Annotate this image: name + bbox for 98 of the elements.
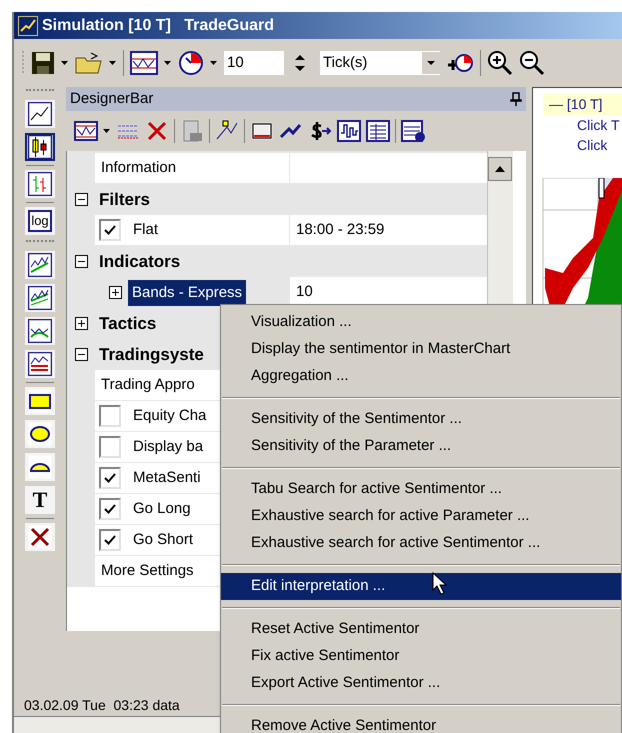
unit-dropdown[interactable]: Tick(s) (320, 51, 440, 75)
menu-item[interactable]: Aggregation ... (221, 363, 621, 390)
checkbox[interactable] (99, 436, 121, 458)
line-chart-icon (28, 102, 52, 126)
check-icon (104, 535, 116, 545)
menu-item[interactable]: Fix active Sentimentor (221, 643, 621, 670)
property-label: Information (100, 158, 176, 178)
property-label: Trading Appro (100, 374, 195, 395)
trend-chart-icon (28, 286, 52, 310)
check-icon (104, 225, 116, 235)
table-icon[interactable] (366, 119, 390, 143)
caret-icon[interactable] (109, 60, 117, 66)
arc-icon (28, 455, 52, 479)
delete-icon (28, 525, 52, 549)
menu-item[interactable]: Export Active Sentimentor ... (221, 670, 621, 697)
collapse-icon[interactable] (74, 348, 88, 361)
property-value: 18:00 - 23:59 (296, 220, 384, 240)
property-label: Go Long (132, 498, 191, 519)
triangle-up-icon (495, 166, 505, 172)
tool-button[interactable] (25, 387, 55, 415)
tool-button[interactable] (25, 523, 55, 551)
tool-button[interactable] (25, 317, 55, 345)
chart-legend: — [10 T] (543, 94, 622, 115)
mouse-cursor-icon (432, 572, 448, 596)
text-tool-button[interactable]: T (25, 486, 55, 514)
menu-item[interactable]: Exhaustive search for active Parameter ... (221, 503, 621, 530)
scroll-up-button[interactable] (488, 157, 512, 181)
property-value: 10 (296, 282, 313, 302)
menu-item[interactable]: Edit interpretation ... (221, 573, 621, 600)
tool-button[interactable] (25, 420, 55, 448)
chart-icon[interactable] (74, 119, 98, 143)
bar-chart-icon (28, 172, 52, 196)
caret-icon[interactable] (103, 128, 111, 134)
property-label: Equity Cha (132, 406, 206, 426)
window-title: Simulation [10 T] TradeGuard (42, 16, 274, 36)
rectangle-icon (28, 389, 52, 413)
check-icon (104, 473, 116, 483)
property-label: MetaSenti (132, 468, 201, 488)
spreadsheet-icon[interactable] (401, 119, 425, 143)
status-text: 03.02.09 Tue 03:23 data (24, 696, 180, 714)
chart-icon[interactable] (130, 51, 158, 75)
folder-icon[interactable] (75, 52, 103, 74)
property-label: Go Short (132, 530, 194, 550)
checkbox[interactable] (99, 219, 121, 241)
category-label: Filters (98, 188, 150, 211)
zoom-in-icon[interactable] (487, 50, 513, 76)
menu-item[interactable]: Display the sentimentor in MasterChart (221, 336, 621, 363)
wave-chart-icon (28, 319, 52, 343)
menu-item[interactable]: Reset Active Sentimentor (221, 616, 621, 643)
app-icon (18, 16, 38, 36)
waveform-icon[interactable] (337, 119, 361, 143)
add-clock-icon[interactable] (446, 51, 474, 75)
expand-icon[interactable] (74, 317, 88, 330)
tool-button[interactable] (25, 350, 55, 378)
zoom-out-icon[interactable] (519, 50, 545, 76)
menu-item[interactable]: Sensitivity of the Parameter ... (221, 433, 621, 460)
pin-icon[interactable] (510, 92, 522, 106)
tool-button[interactable] (25, 133, 55, 161)
tool-button[interactable] (25, 251, 55, 279)
clock-icon[interactable] (178, 50, 204, 76)
property-label: Flat (132, 220, 158, 240)
caret-icon[interactable] (61, 60, 69, 66)
collapse-icon[interactable] (74, 255, 88, 268)
checkbox[interactable] (99, 498, 121, 520)
category-label: Tactics (98, 312, 156, 335)
tree-node-label[interactable]: Bands - Express (128, 280, 246, 306)
chart-hint[interactable]: Click (577, 135, 622, 155)
collapse-icon[interactable] (74, 193, 88, 206)
category-label: Indicators (98, 250, 180, 273)
check-icon (104, 504, 116, 514)
panel-title: DesignerBar (70, 88, 154, 109)
save-icon[interactable] (31, 51, 55, 75)
caret-icon (422, 52, 440, 74)
checkbox[interactable] (99, 467, 121, 489)
menu-item[interactable]: Remove Active Sentimentor (221, 713, 621, 733)
tool-button[interactable] (25, 284, 55, 312)
trend-chart-icon (28, 253, 52, 277)
chart-hint[interactable]: Click T (577, 115, 622, 135)
checkbox[interactable] (99, 405, 121, 427)
caret-icon[interactable] (210, 60, 218, 66)
category-label: Tradingsyste (98, 344, 204, 366)
period-field[interactable]: 10 (224, 51, 284, 75)
menu-item[interactable]: Tabu Search for active Sentimentor ... (221, 476, 621, 503)
delete-icon[interactable] (145, 119, 169, 143)
tool-button[interactable] (25, 170, 55, 198)
menu-item[interactable]: Exhaustive search for active Sentimentor ... (221, 530, 621, 557)
band-chart-icon (28, 352, 52, 376)
checkbox[interactable] (99, 529, 121, 551)
menu-item[interactable]: Sensitivity of the Sentimentor ... (221, 406, 621, 433)
tool-button[interactable] (25, 100, 55, 128)
log-scale-button[interactable]: log (25, 207, 55, 235)
menu-item[interactable]: Visualization ... (221, 309, 621, 336)
tool-button[interactable] (25, 453, 55, 481)
candlestick-icon (28, 135, 52, 159)
caret-icon[interactable] (164, 60, 172, 66)
property-label: More Settings (100, 560, 194, 581)
expand-icon[interactable] (109, 286, 122, 299)
property-label: Display ba (132, 436, 204, 457)
